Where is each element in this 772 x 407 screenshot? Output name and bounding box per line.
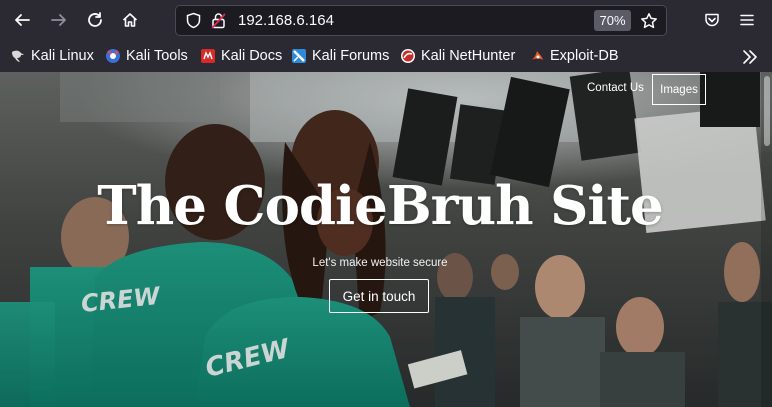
bookmark-label: Kali Docs: [221, 48, 283, 64]
bookmark-label: Kali Linux: [31, 48, 94, 64]
pocket-icon: [705, 13, 719, 27]
home-button[interactable]: [118, 8, 142, 32]
bookmarks-toolbar: Kali Linux Kali Tools Kali Docs Kali For…: [0, 40, 772, 73]
reload-icon: [88, 12, 102, 27]
bookmark-kali-tools[interactable]: Kali Tools: [105, 46, 188, 66]
home-icon: [122, 13, 138, 27]
back-button[interactable]: [10, 8, 34, 32]
hero-subtitle: Let's make website secure: [312, 257, 448, 269]
bookmarks-overflow-chevron-icon[interactable]: [741, 48, 759, 66]
web-page-viewport: CREW CREW Contact Us Images The CodieBru…: [0, 72, 772, 407]
bookmark-kali-docs[interactable]: Kali Docs: [200, 46, 282, 66]
kali-forums-icon: [292, 49, 306, 63]
zoom-level-badge[interactable]: 70%: [594, 10, 631, 31]
browser-toolbar: 192.168.6.164 70%: [0, 0, 772, 40]
hero-background-photo: CREW CREW: [0, 72, 772, 407]
url-text[interactable]: 192.168.6.164: [238, 12, 334, 29]
bookmark-kali-nethunter[interactable]: Kali NetHunter: [400, 46, 515, 66]
bookmark-label: Kali NetHunter: [421, 48, 516, 64]
hero-title: The CodieBruh Site: [97, 175, 663, 237]
arrow-left-icon: [15, 14, 30, 26]
kali-tools-icon: [106, 49, 120, 63]
scrollbar-thumb[interactable]: [764, 76, 770, 146]
bookmark-label: Exploit-DB: [550, 48, 619, 64]
page-scrollbar[interactable]: [761, 72, 772, 407]
reload-button[interactable]: [83, 8, 107, 32]
tracking-protection-shield-icon[interactable]: [185, 12, 202, 29]
exploit-db-icon: [531, 51, 543, 60]
arrow-right-icon: [51, 14, 66, 26]
kali-dragon-icon: [12, 50, 24, 62]
pocket-button[interactable]: [700, 8, 724, 32]
kali-docs-icon: [201, 49, 215, 63]
nav-images-button[interactable]: Images: [652, 74, 706, 105]
bookmark-star-icon[interactable]: [640, 12, 658, 30]
bookmark-label: Kali Tools: [126, 48, 188, 64]
kali-nethunter-icon: [401, 49, 415, 63]
get-in-touch-button[interactable]: Get in touch: [329, 279, 429, 313]
url-bar[interactable]: 192.168.6.164 70%: [175, 5, 667, 36]
menu-button[interactable]: [735, 8, 759, 32]
bookmark-kali-forums[interactable]: Kali Forums: [291, 46, 389, 66]
forward-button[interactable]: [47, 8, 71, 32]
bookmark-exploit-db[interactable]: Exploit-DB: [529, 46, 619, 66]
bookmark-kali-linux[interactable]: Kali Linux: [10, 46, 94, 66]
hamburger-menu-icon: [740, 14, 754, 26]
insecure-lock-icon[interactable]: [210, 12, 227, 29]
bookmark-label: Kali Forums: [312, 48, 390, 64]
nav-contact-us-link[interactable]: Contact Us: [587, 82, 644, 94]
